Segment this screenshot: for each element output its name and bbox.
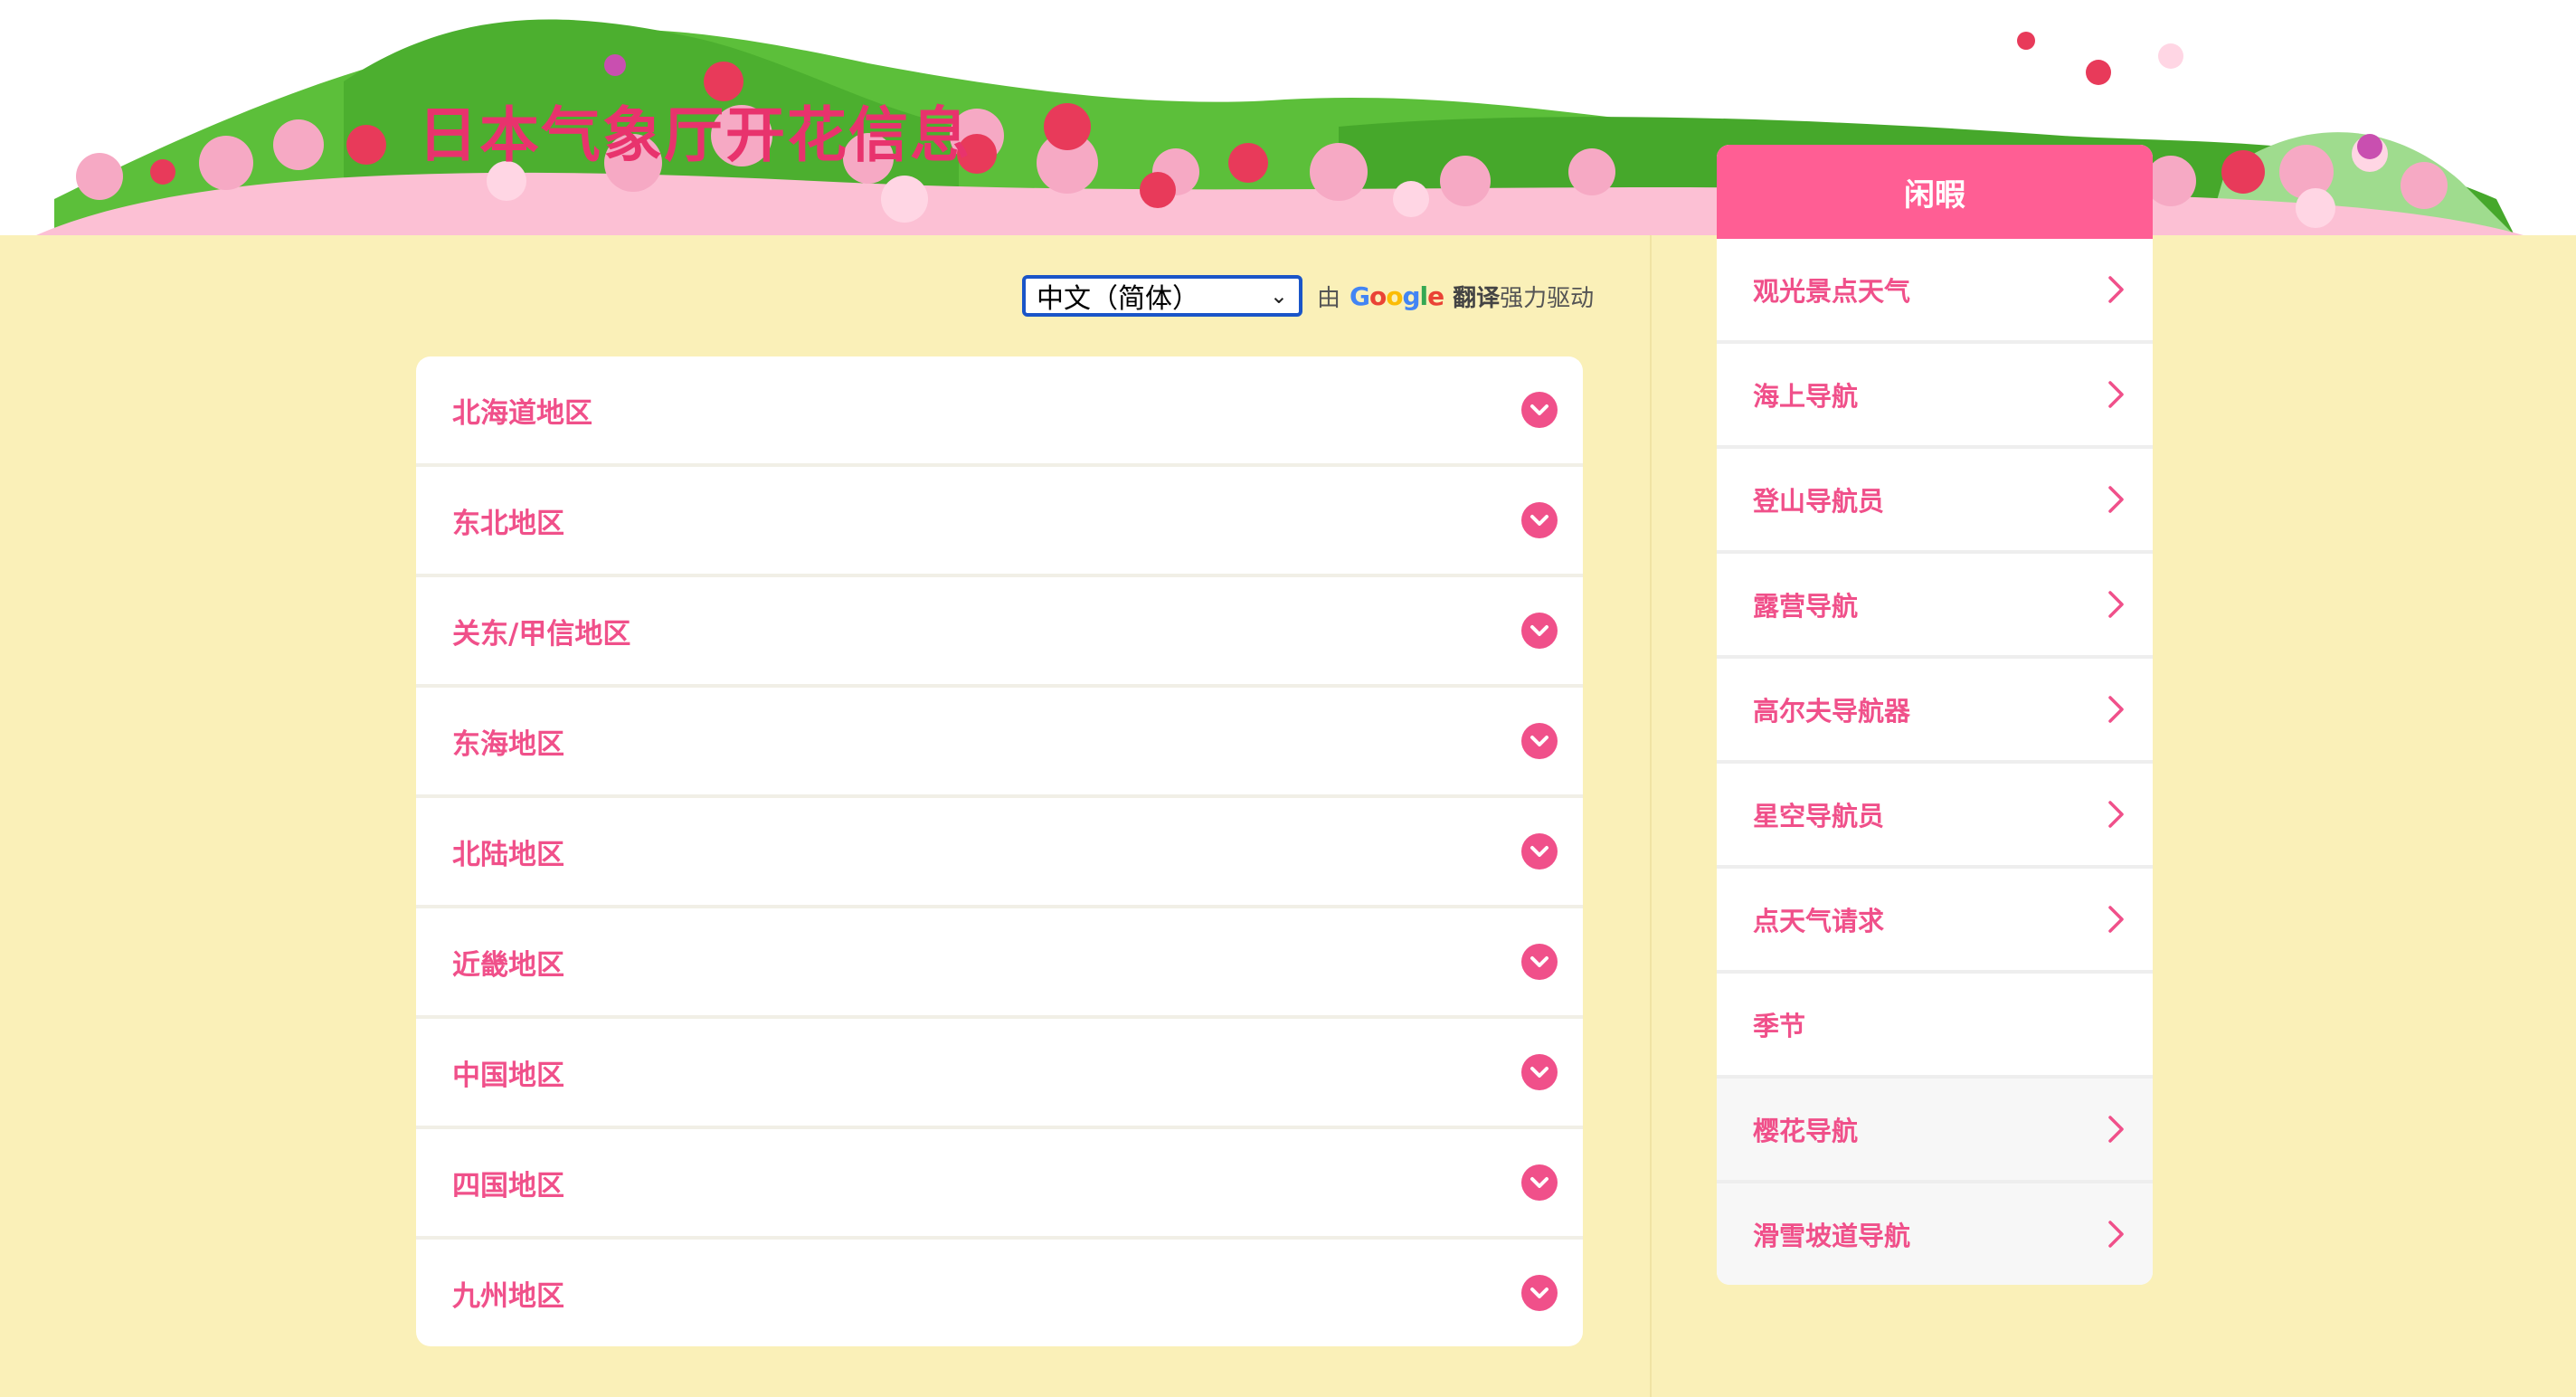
sidebar-item-mountain-navi[interactable]: 登山导航员 bbox=[1717, 449, 2153, 554]
chevron-right-icon bbox=[2108, 1221, 2124, 1248]
chevron-right-icon bbox=[2108, 486, 2124, 513]
chevron-down-circle-icon[interactable] bbox=[1521, 392, 1558, 428]
chevron-right-icon bbox=[2108, 591, 2124, 618]
powered-prefix: 由 bbox=[1317, 284, 1341, 312]
chevron-down-circle-icon[interactable] bbox=[1521, 502, 1558, 538]
page: 日本气象厅开花信息 中文（简体） ⌄ 由 Google 翻译 强力驱动 北海道地… bbox=[0, 0, 2576, 1397]
sidebar-item-point-weather[interactable]: 点天气请求 bbox=[1717, 869, 2153, 974]
sidebar-title: 闲暇 bbox=[1717, 145, 2153, 239]
sidebar-item-ski-slope-navi[interactable]: 滑雪坡道导航 bbox=[1717, 1183, 2153, 1285]
sidebar-item-label: 滑雪坡道导航 bbox=[1753, 1221, 1911, 1251]
sakura-hills-illustration bbox=[36, 19, 2524, 235]
sidebar-item-label: 登山导航员 bbox=[1753, 486, 1885, 517]
region-item-shikoku[interactable]: 四国地区 bbox=[416, 1129, 1583, 1240]
chevron-right-icon bbox=[2108, 696, 2124, 723]
chevron-down-circle-icon[interactable] bbox=[1521, 1054, 1558, 1090]
region-item-kinki[interactable]: 近畿地区 bbox=[416, 908, 1583, 1019]
sidebar-item-marine-navi[interactable]: 海上导航 bbox=[1717, 344, 2153, 449]
chevron-down-circle-icon[interactable] bbox=[1521, 613, 1558, 649]
region-item-tohoku[interactable]: 东北地区 bbox=[416, 467, 1583, 577]
chevron-down-circle-icon[interactable] bbox=[1521, 833, 1558, 870]
language-select-value: 中文（简体） bbox=[1037, 283, 1199, 315]
chevron-right-icon bbox=[2108, 276, 2124, 303]
region-label: 北陆地区 bbox=[452, 838, 564, 871]
chevron-right-icon bbox=[2108, 1116, 2124, 1143]
chevron-right-icon bbox=[2108, 381, 2124, 408]
region-item-kyushu[interactable]: 九州地区 bbox=[416, 1240, 1583, 1346]
region-item-kanto-koshin[interactable]: 关东/甲信地区 bbox=[416, 577, 1583, 688]
translate-word: 翻译 bbox=[1453, 284, 1501, 312]
region-item-tokai[interactable]: 东海地区 bbox=[416, 688, 1583, 798]
chevron-down-circle-icon[interactable] bbox=[1521, 1275, 1558, 1311]
region-item-hokkaido[interactable]: 北海道地区 bbox=[416, 356, 1583, 467]
sidebar-item-sakura-navi[interactable]: 樱花导航 bbox=[1717, 1079, 2153, 1183]
region-label: 四国地区 bbox=[452, 1169, 564, 1202]
header-banner: 日本气象厅开花信息 bbox=[0, 0, 2576, 235]
leisure-sidebar: 闲暇 观光景点天气 海上导航 登山导航员 露营导航 高尔夫导航器 星空导航员 点… bbox=[1717, 145, 2153, 1285]
region-accordion: 北海道地区 东北地区 关东/甲信地区 东海地区 北陆地区 近畿地区 中国地区 四… bbox=[416, 356, 1583, 1346]
chevron-right-icon bbox=[2108, 801, 2124, 828]
sidebar-item-label: 樱花导航 bbox=[1753, 1116, 1859, 1146]
chevron-down-circle-icon[interactable] bbox=[1521, 944, 1558, 980]
region-label: 中国地区 bbox=[452, 1059, 564, 1092]
region-label: 东北地区 bbox=[452, 507, 564, 540]
google-letter: g bbox=[1402, 280, 1421, 311]
sidebar-item-camping-navi[interactable]: 露营导航 bbox=[1717, 554, 2153, 659]
sidebar-item-golf-navi[interactable]: 高尔夫导航器 bbox=[1717, 659, 2153, 764]
google-letter: G bbox=[1350, 280, 1370, 311]
region-label: 北海道地区 bbox=[452, 396, 592, 430]
sidebar-section-label: 季节 bbox=[1753, 1011, 1806, 1041]
sidebar-item-label: 露营导航 bbox=[1753, 591, 1859, 622]
chevron-right-icon bbox=[2108, 906, 2124, 933]
sidebar-item-label: 星空导航员 bbox=[1753, 801, 1885, 832]
chevron-down-circle-icon[interactable] bbox=[1521, 723, 1558, 759]
google-letter: o bbox=[1386, 280, 1403, 311]
region-item-hokuriku[interactable]: 北陆地区 bbox=[416, 798, 1583, 908]
google-logo-icon[interactable]: Google bbox=[1350, 281, 1444, 311]
site-title[interactable]: 日本气象厅开花信息 bbox=[418, 87, 971, 174]
google-letter: o bbox=[1369, 280, 1387, 311]
region-label: 九州地区 bbox=[452, 1279, 564, 1313]
powered-suffix: 强力驱动 bbox=[1500, 284, 1595, 312]
sidebar-item-tourist-weather[interactable]: 观光景点天气 bbox=[1717, 239, 2153, 344]
chevron-down-icon: ⌄ bbox=[1269, 283, 1288, 309]
region-item-chugoku[interactable]: 中国地区 bbox=[416, 1019, 1583, 1129]
region-label: 近畿地区 bbox=[452, 948, 564, 982]
powered-by-google-translate: 由 Google 翻译 强力驱动 bbox=[1317, 280, 1594, 313]
sidebar-item-label: 点天气请求 bbox=[1753, 906, 1885, 936]
google-translate-bar: 中文（简体） ⌄ 由 Google 翻译 强力驱动 bbox=[1022, 273, 1594, 318]
google-letter: e bbox=[1427, 280, 1444, 311]
language-select[interactable]: 中文（简体） ⌄ bbox=[1022, 275, 1302, 317]
sidebar-item-label: 高尔夫导航器 bbox=[1753, 696, 1911, 727]
region-label: 关东/甲信地区 bbox=[452, 617, 631, 651]
sidebar-item-starry-sky-navi[interactable]: 星空导航员 bbox=[1717, 764, 2153, 869]
sidebar-item-label: 观光景点天气 bbox=[1753, 276, 1911, 307]
region-label: 东海地区 bbox=[452, 727, 564, 761]
chevron-down-circle-icon[interactable] bbox=[1521, 1164, 1558, 1201]
google-letter: l bbox=[1419, 280, 1429, 311]
sidebar-section-season: 季节 bbox=[1717, 974, 2153, 1079]
sidebar-item-label: 海上导航 bbox=[1753, 381, 1859, 412]
content-divider bbox=[1650, 235, 1652, 1397]
